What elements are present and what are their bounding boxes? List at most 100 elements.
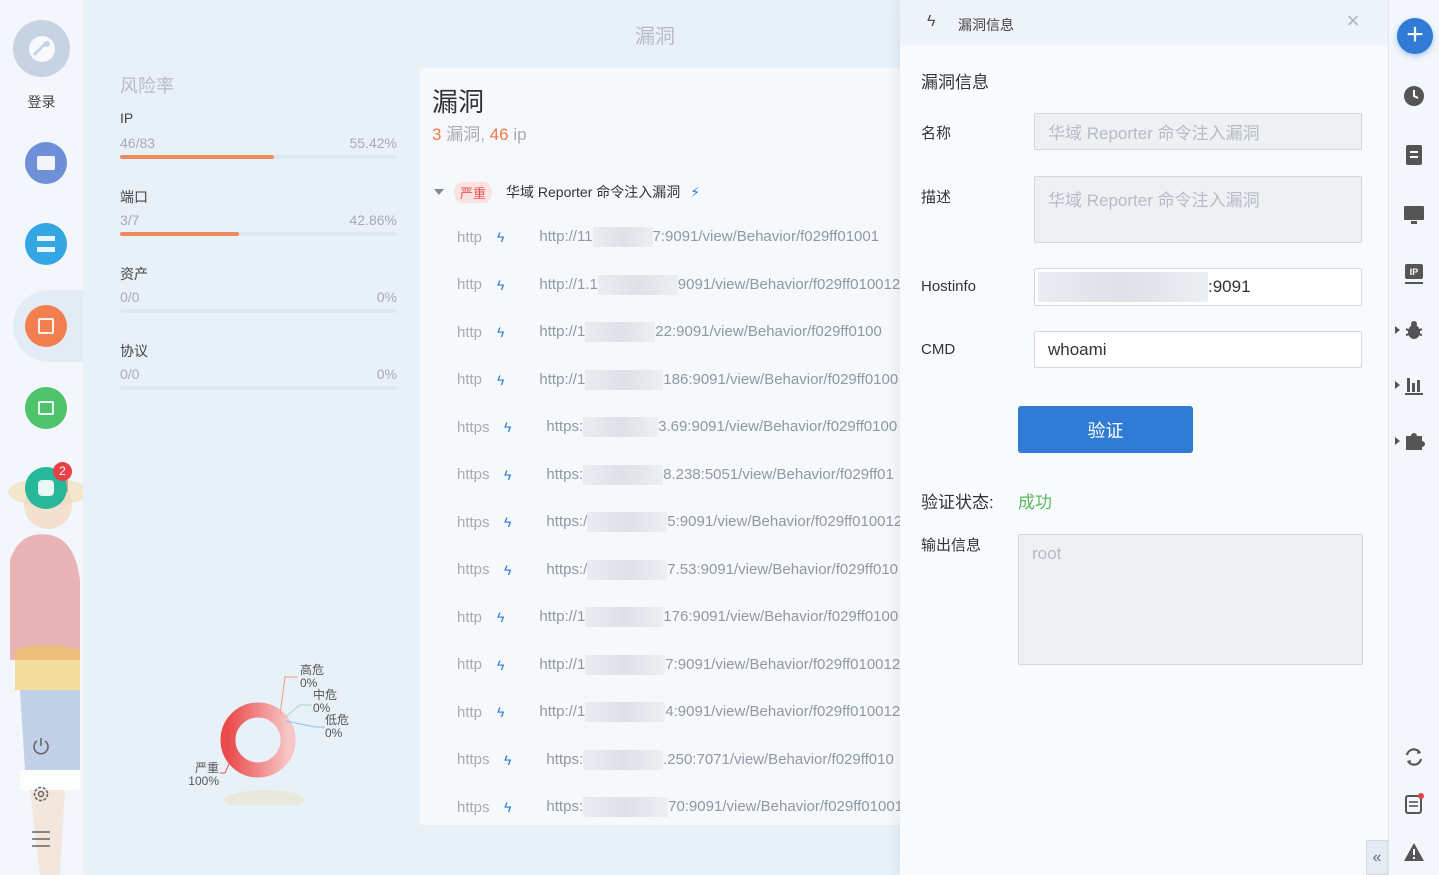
caret-down-icon[interactable] <box>434 189 444 195</box>
output-field[interactable]: root <box>1018 534 1363 665</box>
vuln-row[interactable]: http ϟ http://1 186:9091/view/Behavior/f029… <box>457 369 899 390</box>
bolt-icon: ⚡ <box>690 183 701 200</box>
output-label: 输出信息 <box>921 537 982 554</box>
vuln-url[interactable]: http://1 176:9091/view/Behavior/f029ff010… <box>539 607 898 627</box>
vuln-url[interactable]: http://1 186:9091/view/Behavior/f029ff010… <box>539 369 899 390</box>
protocol-label: http <box>457 608 483 626</box>
bolt-icon: ϟ <box>504 466 512 483</box>
redacted-host <box>597 274 678 295</box>
description-field[interactable]: 华域 Reporter 命令注入漏洞 <box>1034 176 1362 243</box>
vuln-url[interactable]: https: .250:7071/view/Behavior/f029ff010 <box>546 749 894 770</box>
ip-button[interactable]: IP <box>1402 262 1426 286</box>
risk-item-ip: IP 46/83 55.42% <box>120 110 397 187</box>
risk-progress-fill <box>120 232 239 236</box>
vuln-url[interactable]: http://1 4:9091/view/Behavior/f029ff01001… <box>539 702 900 722</box>
url-suffix: 70:9091/view/Behavior/f029ff01001 <box>668 797 900 815</box>
risk-progress-bar <box>120 386 397 390</box>
monitor-button[interactable] <box>1402 203 1426 227</box>
nav-item-window[interactable] <box>25 142 67 184</box>
vuln-url[interactable]: https: 8.238:5051/view/Behavior/f029ff01 <box>546 464 894 485</box>
power-button[interactable] <box>30 735 52 757</box>
stats-button[interactable] <box>1402 373 1426 397</box>
nav-item-server[interactable] <box>25 223 67 265</box>
verify-button[interactable]: 验证 <box>1018 406 1193 453</box>
document-button[interactable] <box>1402 143 1426 167</box>
hostinfo-value: :9091 <box>1208 277 1251 296</box>
add-button[interactable]: + <box>1397 18 1433 54</box>
vuln-row[interactable]: http ϟ http://11 7:9091/view/Behavior/f029f… <box>457 227 879 247</box>
redacted-host <box>585 654 666 675</box>
donut-ring-critical <box>220 702 296 778</box>
close-button[interactable]: × <box>1342 8 1364 33</box>
name-field[interactable]: 华域 Reporter 命令注入漏洞 <box>1034 113 1362 150</box>
vuln-url[interactable]: https: 70:9091/view/Behavior/f029ff01001 <box>546 797 900 817</box>
collapse-drawer-button[interactable]: « <box>1366 840 1388 875</box>
clock-icon <box>1404 86 1424 106</box>
url-suffix: 8.238:5051/view/Behavior/f029ff01 <box>663 465 894 483</box>
vuln-url[interactable]: http://1 7:9091/view/Behavior/f029ff01001… <box>539 654 900 675</box>
hostinfo-field[interactable]: :9091 <box>1034 268 1362 306</box>
verify-status-value: 成功 <box>1018 493 1052 512</box>
vuln-url[interactable]: https:/ 7.53:9091/view/Behavior/f029ff010 <box>546 559 898 580</box>
vuln-row[interactable]: https ϟ https: .250:7071/view/Behavior/f029… <box>457 749 894 770</box>
protocol-label: http <box>457 703 483 721</box>
risk-percent: 0% <box>376 289 397 305</box>
vuln-url[interactable]: https:/ 5:9091/view/Behavior/f029ff010012 <box>546 512 900 532</box>
alerts-button[interactable] <box>1402 840 1426 864</box>
redacted-host <box>583 417 659 437</box>
cmd-label: CMD <box>921 341 956 358</box>
vuln-url[interactable]: http://1 22:9091/view/Behavior/f029ff0100 <box>539 322 882 342</box>
protocol-label: http <box>457 276 483 293</box>
nav-item-report[interactable] <box>25 305 67 347</box>
character-illustration <box>8 478 83 875</box>
plugin-button[interactable] <box>1402 429 1426 453</box>
vuln-row[interactable]: http ϟ http://1 7:9091/view/Behavior/f029ff… <box>457 654 900 675</box>
vuln-row[interactable]: https ϟ https:/ 7.53:9091/view/Behavior/f02… <box>457 559 898 580</box>
vuln-row[interactable]: http ϟ http://1 4:9091/view/Behavior/f029ff… <box>457 702 900 722</box>
risk-value: 3/7 <box>120 212 140 228</box>
vuln-row[interactable]: https ϟ https: 70:9091/view/Behavior/f029ff… <box>457 797 900 817</box>
bolt-icon: ϟ <box>497 229 505 245</box>
svg-text:IP: IP <box>1410 267 1419 277</box>
risk-panel: 风险率 IP 46/83 55.42% 端口 3/7 42.86% 资产 0/0… <box>120 72 397 418</box>
url-suffix: 186:9091/view/Behavior/f029ff0100 <box>663 370 899 388</box>
refresh-button[interactable] <box>1402 745 1426 769</box>
settings-button[interactable] <box>30 783 52 805</box>
donut-label-low: 低危 0% <box>325 713 350 740</box>
vuln-group-header[interactable]: 严重 华域 Reporter 命令注入漏洞 ⚡ <box>434 181 701 203</box>
redacted-host <box>585 607 664 627</box>
vuln-url[interactable]: http://1.1 9091/view/Behavior/f029ff01001… <box>539 274 900 295</box>
url-suffix: 7:9091/view/Behavior/f029ff010012 <box>665 655 900 673</box>
vuln-url[interactable]: https: 3.69:9091/view/Behavior/f029ff0100 <box>546 417 897 437</box>
protocol-label: https <box>457 561 490 578</box>
close-icon: × <box>1346 8 1360 33</box>
hostinfo-label: Hostinfo <box>921 278 977 295</box>
vuln-card-summary: 3 漏洞, 46 ip <box>432 125 527 144</box>
url-prefix: https: <box>546 797 584 815</box>
vuln-row[interactable]: https ϟ https:/ 5:9091/view/Behavior/f029ff… <box>457 512 900 532</box>
protocol-label: https <box>457 466 490 483</box>
vuln-row[interactable]: http ϟ http://1 176:9091/view/Behavior/f029… <box>457 607 898 627</box>
warning-icon <box>1404 843 1424 861</box>
nav-item-chart[interactable] <box>25 387 67 429</box>
cmd-field[interactable]: whoami <box>1034 331 1362 368</box>
vuln-url[interactable]: http://11 7:9091/view/Behavior/f029ff0100… <box>539 227 879 247</box>
login-link[interactable]: 登录 <box>0 92 83 112</box>
history-button[interactable] <box>1402 84 1426 108</box>
report-icon <box>38 318 54 334</box>
bolt-icon: ϟ <box>497 609 505 625</box>
vuln-row[interactable]: http ϟ http://1 22:9091/view/Behavior/f029f… <box>457 322 882 342</box>
redacted-host <box>583 797 669 817</box>
vuln-row[interactable]: https ϟ https: 8.238:5051/view/Behavior/f02… <box>457 464 894 485</box>
url-prefix: http://1 <box>539 702 586 720</box>
report-button[interactable] <box>1402 792 1426 816</box>
risk-progress-bar <box>120 309 397 313</box>
risk-label: IP <box>120 110 134 126</box>
vuln-row[interactable]: http ϟ http://1.1 9091/view/Behavior/f029ff… <box>457 274 900 295</box>
bug-button[interactable] <box>1402 318 1426 342</box>
menu-button[interactable] <box>30 828 52 850</box>
vuln-row[interactable]: https ϟ https: 3.69:9091/view/Behavior/f029… <box>457 417 897 437</box>
drawer-header: ϟ 漏洞信息 × <box>900 0 1388 45</box>
skull-watermark <box>225 790 305 853</box>
url-prefix: http://1 <box>539 607 586 625</box>
